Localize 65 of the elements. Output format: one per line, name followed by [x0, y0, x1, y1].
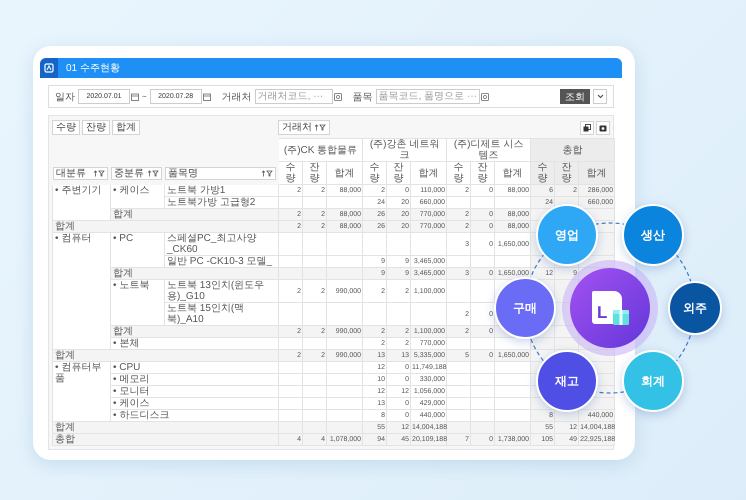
measure-header: 잔량	[470, 162, 495, 184]
pivot-field-button[interactable]: 거래처	[278, 120, 330, 135]
measure-header: 잔량	[302, 162, 327, 184]
measure-button[interactable]: 잔량	[82, 120, 110, 135]
calendar-icon	[131, 92, 139, 100]
measure-header: 잔량	[386, 162, 411, 184]
total-label: 합계	[52, 350, 279, 362]
measure-header: 합계	[578, 162, 615, 184]
column-group-header: (주)CK 통합물류	[278, 138, 363, 162]
module-circle: 생산	[622, 204, 684, 266]
camera-button[interactable]	[596, 120, 610, 134]
sort-filter-icon	[314, 124, 326, 131]
measure-header: 수량	[278, 162, 303, 184]
date-label: 일자	[55, 90, 75, 104]
measure-button[interactable]: 수량	[52, 120, 80, 135]
search-button[interactable]: 조회	[560, 89, 590, 104]
subcategory-cell: • CPU	[110, 362, 279, 374]
lookup-icon	[480, 92, 489, 100]
row-field-filter[interactable]: 품목명	[165, 166, 276, 180]
measure-header: 수량	[362, 162, 387, 184]
item-cell: 노트북 13인치(윈도우 용)_G10	[164, 280, 279, 302]
total-label: 합계	[52, 422, 279, 434]
copy-icon	[583, 124, 591, 132]
measure-header: 합계	[326, 162, 363, 184]
copy-button[interactable]	[580, 120, 594, 134]
item-cell: 노트북 가방1	[164, 184, 279, 196]
customer-label: 거래처	[222, 90, 252, 104]
window-title: 01 수주현황	[66, 62, 120, 75]
app-icon	[44, 63, 54, 73]
measure-header: 수량	[446, 162, 471, 184]
module-circle: 회계	[622, 350, 684, 412]
chevron-icon	[596, 94, 604, 99]
row-field-filter[interactable]: 대분류	[53, 166, 108, 180]
column-group-header: (주)디제트 시스템즈	[446, 138, 531, 162]
lookup-icon	[334, 92, 342, 100]
column-group-header: (주)강촌 네트워크	[362, 138, 447, 162]
subtotal-label: 합계	[110, 208, 279, 220]
row-field-filter[interactable]: 중분류	[111, 166, 162, 180]
measure-header: 합계	[410, 162, 447, 184]
subcategory-cell: • 케이스	[110, 398, 279, 410]
item-cell: 스페셜PC_최고사양_CK60	[164, 232, 279, 256]
column-group-header: 총합	[530, 138, 615, 162]
measure-header: 합계	[494, 162, 531, 184]
range-separator: ~	[142, 92, 147, 101]
total-label: 합계	[52, 220, 279, 232]
item-label: 품목	[352, 90, 373, 104]
box-icon	[612, 308, 630, 326]
calendar-icon	[202, 92, 211, 100]
measure-button[interactable]: 합계	[112, 120, 140, 135]
customer-field[interactable]: 거래처코드, ···	[254, 89, 333, 104]
subcategory-cell: • 메모리	[110, 374, 279, 386]
item-field[interactable]: 품목코드, 품명으로 ···	[376, 89, 480, 104]
grand-total-label: 총합	[52, 434, 279, 446]
module-circle: 외주	[668, 281, 722, 335]
logo-letter: L	[597, 304, 608, 321]
subtotal-label: 합계	[110, 268, 279, 280]
camera-icon	[599, 124, 607, 132]
subcategory-cell: • 모니터	[110, 386, 279, 398]
sort-filter-icon	[261, 170, 274, 176]
subtotal-label: 합계	[110, 326, 279, 338]
dropdown-button[interactable]	[593, 89, 607, 104]
sort-filter-icon	[93, 170, 105, 176]
sort-filter-icon	[147, 170, 159, 176]
measure-header: 잔량	[554, 162, 579, 184]
measure-header: 수량	[530, 162, 555, 184]
